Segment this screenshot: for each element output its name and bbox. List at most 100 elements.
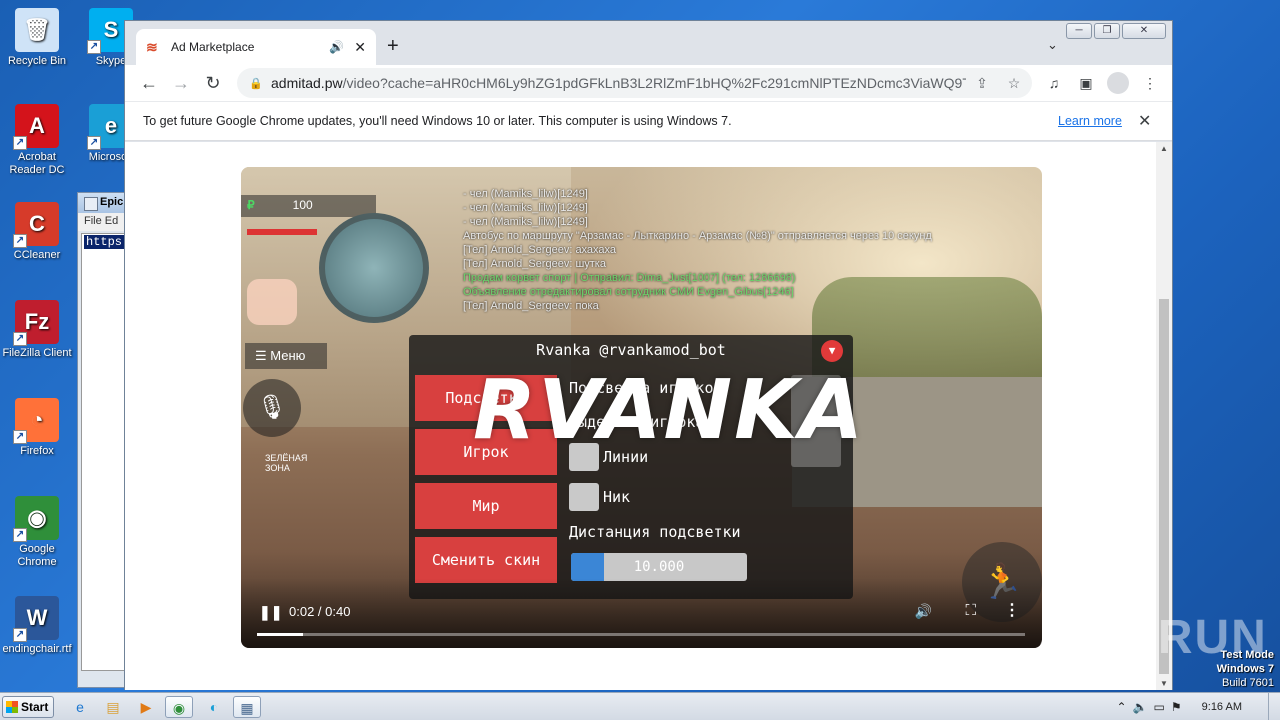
learn-more-link[interactable]: Learn more (1058, 114, 1122, 128)
rvanka-watermark: RVANKA (473, 363, 866, 458)
url-text[interactable]: admitad.pw/video?cache=aHR0cHM6Ly9hZG1pd… (271, 75, 966, 91)
scroll-down-icon[interactable]: ▼ (1160, 679, 1168, 688)
chat-line: [Тел] Arnold_Sergeev: шутка (463, 258, 606, 270)
notepad-title: Epic (78, 193, 126, 213)
menu-kebab-icon[interactable]: ⋮ (1136, 69, 1164, 97)
system-tray: ⌃ 🔈 ▭ ⚑ 9:16 AM (1117, 693, 1280, 720)
desktop-icon[interactable]: A ↗ Acrobat Reader DC (0, 104, 74, 177)
fullscreen-icon[interactable]: ⛶ (965, 602, 976, 619)
volume-icon[interactable]: 🔊 (915, 603, 932, 620)
game-chat: - чел (Mamiks_lilw)[1249] - чел (Mamiks_l… (463, 187, 932, 313)
desktop-icon[interactable]: C ↗ CCleaner (0, 202, 74, 262)
chat-line: Продам корвет спорт | Отправил: Dima_Jus… (463, 272, 796, 284)
test-mode-line2: Windows 7 (1216, 663, 1274, 675)
chat-line: Автобус по маршруту "Арзамас - Лыткарино… (463, 230, 932, 242)
start-button[interactable]: Start (2, 696, 54, 718)
infobar-close-icon[interactable]: ✕ (1138, 111, 1151, 131)
chrome-window: ≋ Ad Marketplace 🔊 ✕ + ⌄ ─ ❐ ✕ ← → ↻ 🔒 a… (124, 20, 1173, 690)
chrome-taskbar-icon[interactable]: ◉ (165, 696, 193, 718)
zone-label-2: ЗОНА (265, 463, 290, 473)
desktop-icon-label: Acrobat Reader DC (9, 151, 65, 176)
test-mode-watermark: Test Mode Windows 7 Build 7601 (1217, 648, 1274, 690)
taskbar: Start e ▤ ▶ ◉ ◐ ▦ ⌃ 🔈 ▭ ⚑ 9:16 AM (0, 692, 1280, 720)
forward-button[interactable]: → (165, 67, 197, 99)
back-button[interactable]: ← (133, 67, 165, 99)
profile-avatar[interactable] (1107, 72, 1129, 94)
side-panel-icon[interactable]: ▣ (1072, 69, 1100, 97)
video-controls: ❚❚ 0:02 / 0:40 🔊 ⛶ ⋮ (241, 578, 1042, 648)
show-desktop-button[interactable] (1268, 693, 1280, 720)
desktop-icon-label: Firefox (20, 445, 54, 457)
test-mode-line1: Test Mode (1220, 649, 1274, 661)
desktop-icon[interactable]: 🗑 Recycle Bin (0, 8, 74, 68)
mod-option-4-label: Ник (603, 488, 631, 506)
chat-line: [Тел] Arnold_Sergeev: пока (463, 300, 599, 312)
shortcut-arrow-icon: ↗ (13, 332, 27, 346)
hud-health-bar (247, 229, 317, 235)
more-options-icon[interactable]: ⋮ (1004, 600, 1020, 620)
action-center-flag-icon[interactable]: ⚑ (1171, 700, 1182, 714)
reload-button[interactable]: ↻ (197, 67, 229, 99)
clock[interactable]: 9:16 AM (1202, 701, 1242, 713)
bookmark-star-icon[interactable]: ☆ (998, 75, 1030, 92)
tab-strip: ≋ Ad Marketplace 🔊 ✕ + ⌄ ─ ❐ ✕ (125, 21, 1172, 65)
speaker-icon[interactable]: 🔈 (1133, 700, 1148, 714)
shortcut-arrow-icon: ↗ (13, 136, 27, 150)
show-hidden-icons-icon[interactable]: ⌃ (1117, 700, 1127, 714)
distance-slider-fill (571, 553, 605, 581)
ccleaner-icon: C ↗ (13, 202, 59, 248)
distance-label-text: Дистанция подсветки (569, 523, 741, 541)
lock-icon[interactable]: 🔒 (249, 77, 263, 90)
address-bar[interactable]: 🔒 admitad.pw/video?cache=aHR0cHM6Ly9hZG1… (237, 68, 1032, 98)
toolbar: ← → ↻ 🔒 admitad.pw/video?cache=aHR0cHM6L… (125, 65, 1172, 101)
shortcut-arrow-icon: ↗ (87, 40, 101, 54)
edge-taskbar-icon[interactable]: ◐ (200, 696, 228, 718)
url-path: /video?cache=aHR0cHM6Ly9hZG1pdGFkLnB3L2R… (342, 75, 966, 91)
tab-close-icon[interactable]: ✕ (354, 39, 366, 56)
page-scrollbar[interactable]: ▲ ▼ (1156, 142, 1172, 690)
new-tab-button[interactable]: + (387, 35, 399, 58)
desktop-icon[interactable]: ◉ ↗ Google Chrome (0, 496, 74, 569)
mod-button-3: Мир (415, 483, 557, 529)
notepad-taskbar-icon[interactable]: ▦ (233, 696, 261, 718)
desktop-icon[interactable]: ◔ ↗ Firefox (0, 398, 74, 458)
media-player-icon[interactable]: ▶ (132, 696, 160, 718)
desktop-icon-label: Recycle Bin (7, 55, 67, 67)
video-progress-bar[interactable] (257, 633, 1025, 636)
tab-audio-icon[interactable]: 🔊 (329, 40, 344, 54)
minimize-button[interactable]: ─ (1066, 23, 1092, 39)
maximize-button[interactable]: ❐ (1094, 23, 1120, 39)
media-controls-icon[interactable]: ♫ (1040, 69, 1068, 97)
notepad-window[interactable]: Epic File Ed https: (77, 192, 132, 688)
checkbox-nick (569, 483, 599, 511)
green-zone-label: ЗЕЛЁНАЯ ЗОНА (247, 453, 307, 473)
share-icon[interactable]: ⇪ (966, 75, 998, 92)
mod-menu-title-text: Rvanka @rvankamod_bot (536, 341, 726, 359)
hud-money: ₽100 (241, 195, 376, 217)
test-mode-line3: Build 7601 (1222, 677, 1274, 689)
chrome-icon: ◉ ↗ (13, 496, 59, 542)
url-domain: admitad.pw (271, 75, 343, 91)
pause-icon[interactable]: ❚❚ (259, 604, 282, 621)
explorer-icon[interactable]: ▤ (99, 696, 127, 718)
chat-line: Объявление отредактировал сотрудник СМИ … (463, 286, 794, 298)
filezilla-icon: Fz ↗ (13, 300, 59, 346)
tab-ad-marketplace[interactable]: ≋ Ad Marketplace 🔊 ✕ (136, 29, 376, 65)
tab-title: Ad Marketplace (171, 40, 255, 54)
network-icon[interactable]: ▭ (1154, 700, 1165, 714)
tab-search-button[interactable]: ⌄ (1047, 37, 1058, 53)
notepad-edit-area[interactable]: https: (81, 233, 132, 671)
scroll-up-icon[interactable]: ▲ (1160, 144, 1168, 153)
desktop-icon[interactable]: Fz ↗ FileZilla Client (0, 300, 74, 360)
ie-icon[interactable]: e (66, 696, 94, 718)
microphone-icon: 🎙 (243, 379, 301, 437)
video-player[interactable]: ₽100 ☰ Меню 🎙 ЗЕЛЁНАЯ ЗОНА - чел (Mamiks_… (241, 167, 1042, 648)
chat-line: [Тел] Arnold_Sergeev: ахахаха (463, 244, 617, 256)
word-doc-icon: W ↗ (13, 596, 59, 642)
video-progress-fill (257, 633, 304, 636)
shortcut-arrow-icon: ↗ (13, 628, 27, 642)
close-window-button[interactable]: ✕ (1122, 23, 1166, 39)
notepad-menu[interactable]: File Ed (78, 213, 126, 231)
desktop-icon[interactable]: W ↗ endingchair.rtf (0, 596, 74, 656)
shortcut-arrow-icon: ↗ (13, 234, 27, 248)
